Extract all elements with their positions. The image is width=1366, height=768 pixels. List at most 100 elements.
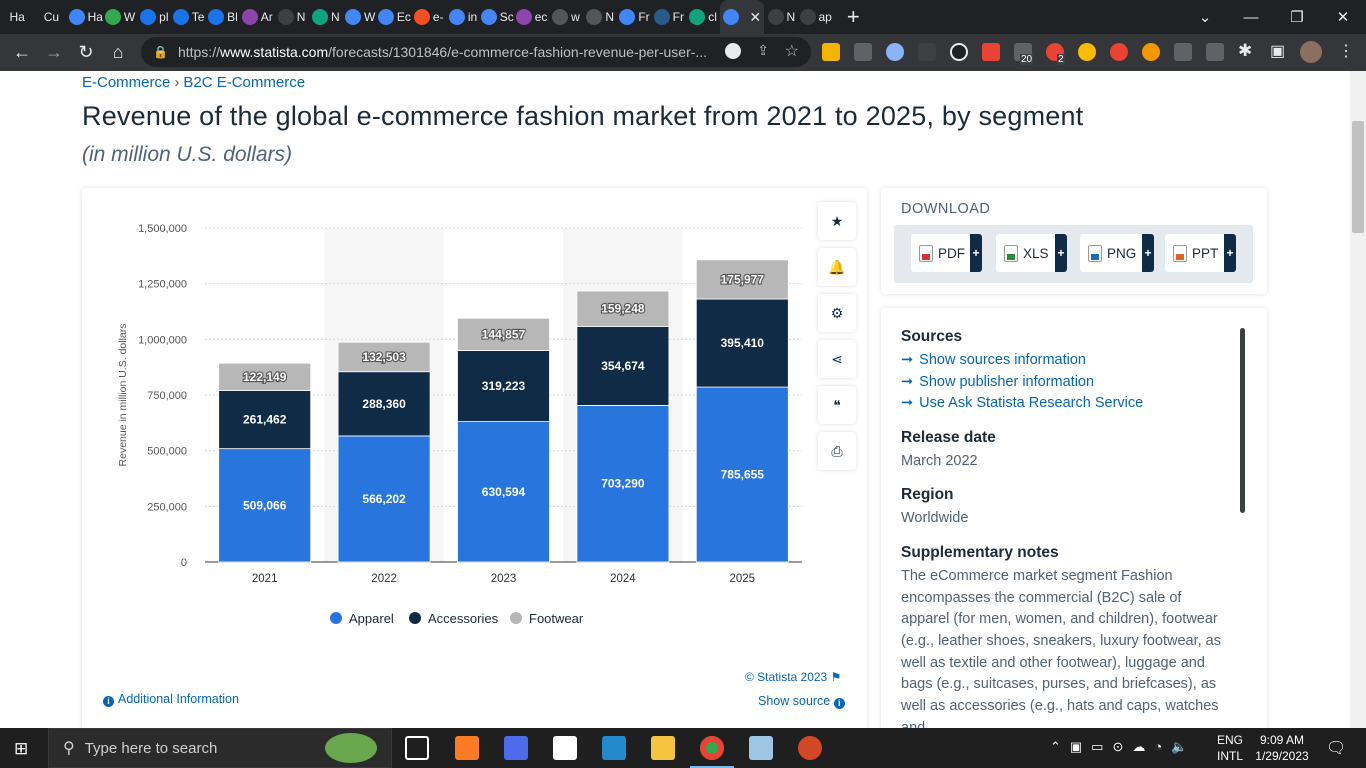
profile-avatar[interactable] — [1300, 41, 1322, 63]
browser-tab[interactable]: Ec — [377, 0, 411, 34]
browser-tab[interactable]: Te — [171, 0, 205, 34]
extension-icon[interactable] — [982, 43, 1000, 61]
browser-tab[interactable]: Ha — [68, 0, 103, 34]
breadcrumb-link[interactable]: B2C E-Commerce — [183, 74, 305, 91]
extension-icon[interactable] — [886, 43, 904, 61]
browser-tab[interactable]: ✕ — [720, 0, 765, 34]
notification-bell-icon[interactable]: 🔔 — [818, 248, 856, 286]
browser-tab[interactable]: W — [103, 0, 137, 34]
download-xls-button[interactable]: XLS + — [996, 234, 1067, 272]
ppt-file-icon — [1173, 244, 1187, 262]
browser-tab[interactable]: cl — [686, 0, 720, 34]
language-indicator[interactable]: ENG INTL — [1212, 732, 1248, 764]
favorite-star-icon[interactable]: ★ — [818, 202, 856, 240]
print-icon[interactable]: ⎙ — [818, 432, 856, 470]
notion-icon[interactable] — [553, 736, 577, 760]
vscode-icon[interactable] — [602, 736, 626, 760]
menu-dots-icon[interactable]: ⋮ — [1338, 41, 1354, 61]
download-pdf-button[interactable]: PDF + — [911, 234, 982, 272]
breadcrumb-link[interactable]: E-Commerce — [82, 74, 170, 91]
data-label: 395,410 — [721, 336, 765, 350]
extension-icon[interactable] — [1110, 43, 1128, 61]
browser-tab[interactable]: pl — [137, 0, 171, 34]
home-icon[interactable]: ⌂ — [102, 36, 134, 68]
browser-tab[interactable]: N — [583, 0, 617, 34]
citation-quote-icon[interactable]: ❝ — [818, 386, 856, 424]
extension-icon[interactable] — [1174, 43, 1192, 61]
clock[interactable]: 9:09 AM 1/29/2023 — [1250, 732, 1314, 764]
browser-tab[interactable]: Fr — [652, 0, 686, 34]
browser-tab[interactable]: ec — [514, 0, 548, 34]
bookmark-star-icon[interactable]: ☆ — [785, 41, 799, 61]
new-tab-icon[interactable]: + — [847, 4, 860, 30]
back-icon[interactable]: ← — [6, 36, 38, 68]
file-explorer-icon[interactable] — [651, 736, 675, 760]
show-publisher-link[interactable]: ➞ Show publisher information — [901, 372, 1231, 394]
extensions-puzzle-icon[interactable]: ✱ — [1238, 41, 1252, 61]
page-scrollbar-thumb[interactable] — [1352, 121, 1364, 233]
statista-credit[interactable]: © Statista 2023 ⚑ — [745, 670, 841, 684]
google-lens-icon[interactable] — [725, 43, 741, 59]
browser-tab[interactable]: e- — [412, 0, 446, 34]
x-tick-label: 2023 — [491, 573, 517, 585]
powerpoint-icon[interactable] — [798, 736, 822, 760]
side-panel-icon[interactable]: ▣ — [1270, 41, 1285, 61]
extension-icon[interactable] — [1142, 43, 1160, 61]
browser-tab[interactable]: Ha — [0, 0, 34, 34]
extension-icon[interactable] — [918, 43, 936, 61]
tab-close-icon[interactable]: ✕ — [749, 9, 761, 26]
minimize-button[interactable]: — — [1228, 0, 1274, 34]
clock-time: 9:09 AM — [1259, 733, 1305, 747]
show-sources-link[interactable]: ➞ Show sources information — [901, 350, 1231, 372]
browser-tab[interactable]: Fr — [617, 0, 651, 34]
forward-icon[interactable]: → — [38, 36, 70, 68]
browser-tab[interactable]: w — [549, 0, 583, 34]
release-date-value: March 2022 — [901, 452, 978, 469]
taskbar-search-box[interactable]: ⚲ Type here to search — [48, 728, 392, 768]
task-view-icon[interactable] — [405, 736, 429, 760]
address-bar[interactable]: 🔒 https://www.statista.com/forecasts/130… — [141, 37, 811, 67]
notifications-icon[interactable]: 🗨 — [1326, 738, 1346, 758]
additional-information-link[interactable]: i Additional Information — [103, 692, 239, 707]
tab-favicon-icon — [448, 9, 465, 25]
share-icon[interactable]: ⇪ — [757, 42, 769, 59]
tab-search-icon[interactable]: ⌄ — [1182, 0, 1228, 34]
extension-icon[interactable] — [1078, 43, 1096, 61]
browser-tab[interactable]: N — [764, 0, 798, 34]
reload-icon[interactable]: ↻ — [70, 36, 102, 68]
tab-title: Bl — [227, 10, 238, 24]
browser-tab[interactable]: Bl — [206, 0, 240, 34]
calculator-icon[interactable] — [504, 736, 528, 760]
browser-tab[interactable]: Ar — [240, 0, 274, 34]
extension-icon[interactable] — [854, 43, 872, 61]
browser-tab[interactable]: Sc — [480, 0, 514, 34]
share-icon[interactable]: ⋖ — [818, 340, 856, 378]
browser-tab[interactable]: N — [309, 0, 343, 34]
browser-tab[interactable]: W — [343, 0, 377, 34]
download-png-button[interactable]: PNG + — [1080, 234, 1154, 272]
chrome-icon[interactable] — [700, 736, 724, 760]
tab-title: Sc — [499, 10, 514, 24]
tab-favicon-icon — [653, 9, 670, 25]
settings-gear-icon[interactable]: ⚙ — [818, 294, 856, 332]
browser-tab[interactable]: Cu — [34, 0, 68, 34]
browser-tab[interactable]: ap — [799, 0, 833, 34]
tab-favicon-icon — [799, 9, 816, 25]
show-source-link[interactable]: Show source i — [758, 694, 849, 709]
show-source-text: Show source — [758, 694, 831, 708]
download-ppt-button[interactable]: PPT + — [1165, 234, 1236, 272]
xampp-icon[interactable] — [455, 736, 479, 760]
extension-icon[interactable] — [950, 43, 968, 61]
browser-tab[interactable]: in — [446, 0, 480, 34]
windows-start-icon[interactable]: ⊞ — [14, 739, 28, 759]
app-icon[interactable] — [749, 736, 773, 760]
tab-title: ap — [818, 10, 832, 24]
restore-button[interactable]: ❐ — [1274, 0, 1320, 34]
extension-icon[interactable] — [1206, 43, 1224, 61]
close-window-button[interactable]: ✕ — [1320, 0, 1366, 34]
ask-statista-link[interactable]: ➞ Use Ask Statista Research Service — [901, 393, 1231, 415]
system-tray-icons[interactable]: ⌃▣▭⊙☁◔🔈 — [1050, 739, 1196, 755]
info-panel-scrollbar[interactable] — [1240, 328, 1245, 513]
extension-icon[interactable] — [822, 43, 840, 61]
browser-tab[interactable]: N — [274, 0, 308, 34]
